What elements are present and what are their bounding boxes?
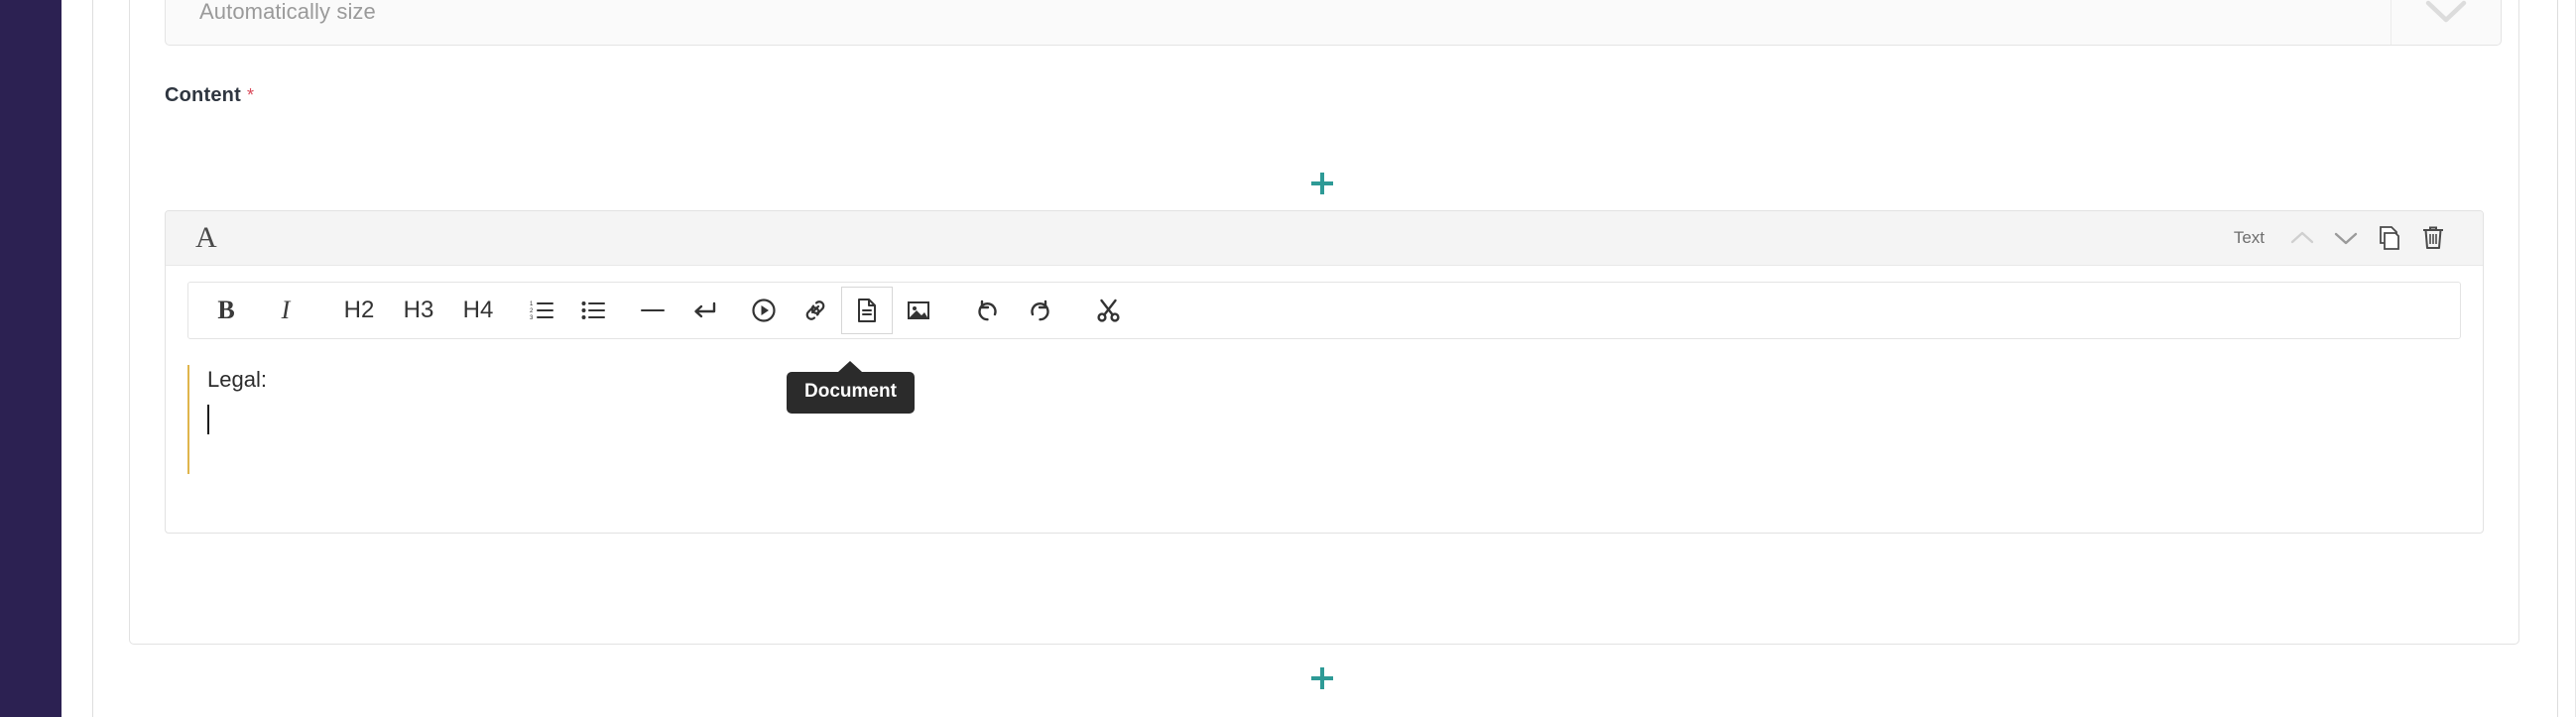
chevron-down-icon[interactable] xyxy=(2392,0,2501,45)
page-root: Automatically size Content * A Text B I … xyxy=(0,0,2576,717)
tooltip-text: Document xyxy=(804,381,897,402)
horizontal-rule-icon xyxy=(641,309,665,311)
chevron-up-icon xyxy=(2290,231,2314,244)
add-block-bottom[interactable] xyxy=(1299,656,1345,701)
content-field-label: Content * xyxy=(165,84,254,107)
editor-caret-line xyxy=(207,403,2461,436)
svg-text:3: 3 xyxy=(530,315,534,321)
plus-icon xyxy=(1311,173,1333,194)
text-block: A Text B I H2 H3 H4 1 2 3 Legal: xyxy=(165,210,2484,534)
video-button[interactable] xyxy=(738,287,790,334)
editor-toolbar: B I H2 H3 H4 1 2 3 xyxy=(187,282,2461,339)
heading-3-button[interactable]: H3 xyxy=(389,287,448,334)
scissors-icon xyxy=(1097,299,1120,322)
bold-icon: B xyxy=(217,296,235,324)
trash-icon xyxy=(2423,226,2443,249)
play-circle-icon xyxy=(752,299,776,322)
text-caret xyxy=(207,404,209,434)
editor-content-area[interactable]: Legal: xyxy=(187,365,2461,474)
chevron-down-icon xyxy=(2334,232,2358,245)
block-header-actions: Text xyxy=(2234,218,2483,258)
editor-line-1: Legal: xyxy=(207,367,267,392)
heading-4-button[interactable]: H4 xyxy=(448,287,508,334)
content-left-divider xyxy=(92,0,93,717)
content-right-divider xyxy=(2557,0,2558,717)
bullet-list-button[interactable] xyxy=(567,287,619,334)
horizontal-rule-button[interactable] xyxy=(627,287,678,334)
size-select[interactable]: Automatically size xyxy=(165,0,2502,46)
svg-text:2: 2 xyxy=(530,308,534,314)
italic-button[interactable]: I xyxy=(260,287,311,334)
line-break-button[interactable] xyxy=(678,287,730,334)
size-select-value: Automatically size xyxy=(199,0,376,24)
h2-icon: H2 xyxy=(343,297,375,323)
bold-button[interactable]: B xyxy=(200,287,252,334)
heading-2-button[interactable]: H2 xyxy=(329,287,389,334)
text-block-header: A Text xyxy=(166,211,2483,266)
copy-icon xyxy=(2380,226,2399,250)
bullet-list-icon xyxy=(581,301,605,319)
line-break-icon xyxy=(694,301,716,318)
sidebar-rail xyxy=(0,0,61,717)
h3-icon: H3 xyxy=(403,297,434,323)
text-block-icon: A xyxy=(195,221,217,254)
redo-icon xyxy=(1031,299,1049,321)
plus-icon xyxy=(1311,667,1333,689)
block-type-label: Text xyxy=(2233,228,2265,247)
add-block-top[interactable] xyxy=(1299,161,1345,206)
link-button[interactable] xyxy=(790,287,841,334)
h4-icon: H4 xyxy=(462,297,494,323)
link-icon xyxy=(805,300,825,320)
duplicate-block-button[interactable] xyxy=(2368,218,2411,258)
italic-icon: I xyxy=(281,296,291,324)
document-icon xyxy=(858,299,876,322)
move-block-up-button[interactable] xyxy=(2280,218,2324,258)
document-button[interactable] xyxy=(841,287,893,334)
svg-text:1: 1 xyxy=(530,301,534,307)
required-marker: * xyxy=(246,85,255,105)
move-block-down-button[interactable] xyxy=(2324,218,2368,258)
document-tooltip: Document xyxy=(787,361,915,414)
undo-icon xyxy=(978,299,997,321)
redo-button[interactable] xyxy=(1014,287,1065,334)
image-icon xyxy=(908,301,929,319)
cut-button[interactable] xyxy=(1083,287,1135,334)
ordered-list-icon: 1 2 3 xyxy=(530,301,553,321)
delete-block-button[interactable] xyxy=(2411,218,2455,258)
ordered-list-button[interactable]: 1 2 3 xyxy=(516,287,567,334)
undo-button[interactable] xyxy=(962,287,1014,334)
content-label-text: Content xyxy=(165,84,241,106)
editor-wrapper: B I H2 H3 H4 1 2 3 xyxy=(166,266,2483,339)
image-button[interactable] xyxy=(893,287,944,334)
